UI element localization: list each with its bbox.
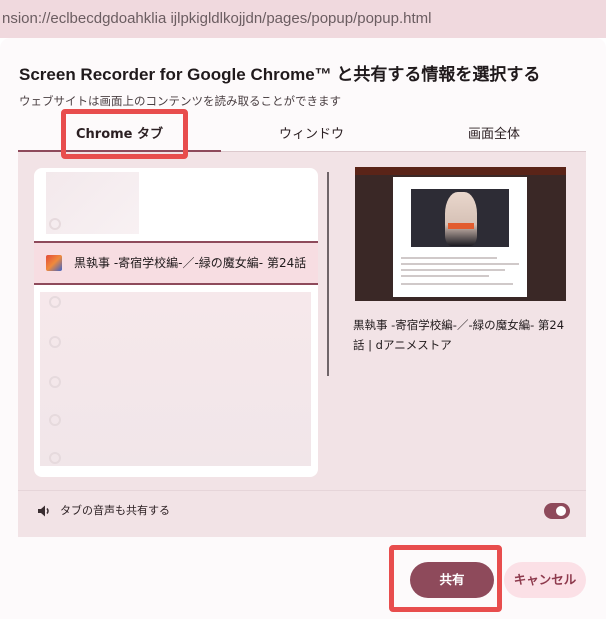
favicon-icon — [49, 414, 61, 426]
preview-text-line — [401, 283, 513, 285]
tab-entire-screen[interactable]: 画面全体 — [402, 118, 586, 152]
preview-character — [445, 192, 477, 246]
site-favicon-icon — [46, 255, 62, 271]
dialog-subtitle: ウェブサイトは画面上のコンテンツを読み取ることができます — [19, 94, 341, 108]
toggle-knob — [556, 506, 566, 516]
preview-text-line — [401, 275, 489, 277]
preview-caption: 黒執事 -寄宿学校編-／-緑の魔女編- 第24話 | dアニメストア — [353, 318, 565, 352]
tab-window[interactable]: ウィンドウ — [221, 118, 402, 152]
preview-text-line — [401, 263, 519, 265]
tab-chrome-tab[interactable]: Chrome タブ — [18, 118, 221, 152]
audio-label: タブの音声も共有する — [60, 504, 170, 517]
preview-text-line — [401, 257, 497, 259]
preview-header — [355, 167, 566, 175]
list-item-selected[interactable]: 黒執事 -寄宿学校編-／-緑の魔女編- 第24話 — [34, 241, 318, 285]
favicon-icon — [49, 218, 61, 230]
favicon-icon — [49, 452, 61, 464]
tab-thumbnail[interactable] — [40, 292, 311, 466]
source-tabs: Chrome タブ ウィンドウ 画面全体 — [18, 118, 586, 152]
audio-toggle[interactable] — [544, 503, 570, 519]
tab-title: 黒執事 -寄宿学校編-／-緑の魔女編- 第24話 — [74, 256, 307, 270]
list-scrollbar[interactable] — [327, 172, 329, 376]
dialog-title: Screen Recorder for Google Chrome™ と共有する… — [19, 65, 541, 84]
audio-share-row: タブの音声も共有する — [18, 490, 586, 530]
tab-list[interactable]: 黒執事 -寄宿学校編-／-緑の魔女編- 第24話 — [34, 168, 318, 477]
preview-page — [393, 177, 527, 297]
share-dialog: Screen Recorder for Google Chrome™ と共有する… — [0, 38, 606, 619]
favicon-icon — [49, 296, 61, 308]
address-bar[interactable]: nsion://eclbecdgdoahklia ijlpkigldlkojjd… — [0, 0, 606, 38]
cancel-button[interactable]: キャンセル — [504, 562, 586, 598]
tab-picker-panel: 黒執事 -寄宿学校編-／-緑の魔女編- 第24話 黒執事 -寄宿学校編-／-緑の… — [18, 152, 586, 537]
favicon-icon — [49, 376, 61, 388]
preview-text-line — [401, 269, 505, 271]
share-button[interactable]: 共有 — [410, 562, 494, 598]
preview-hero-image — [411, 189, 509, 247]
preview-button — [448, 223, 474, 229]
tab-preview — [355, 167, 566, 301]
speaker-icon — [38, 505, 49, 517]
favicon-icon — [49, 336, 61, 348]
